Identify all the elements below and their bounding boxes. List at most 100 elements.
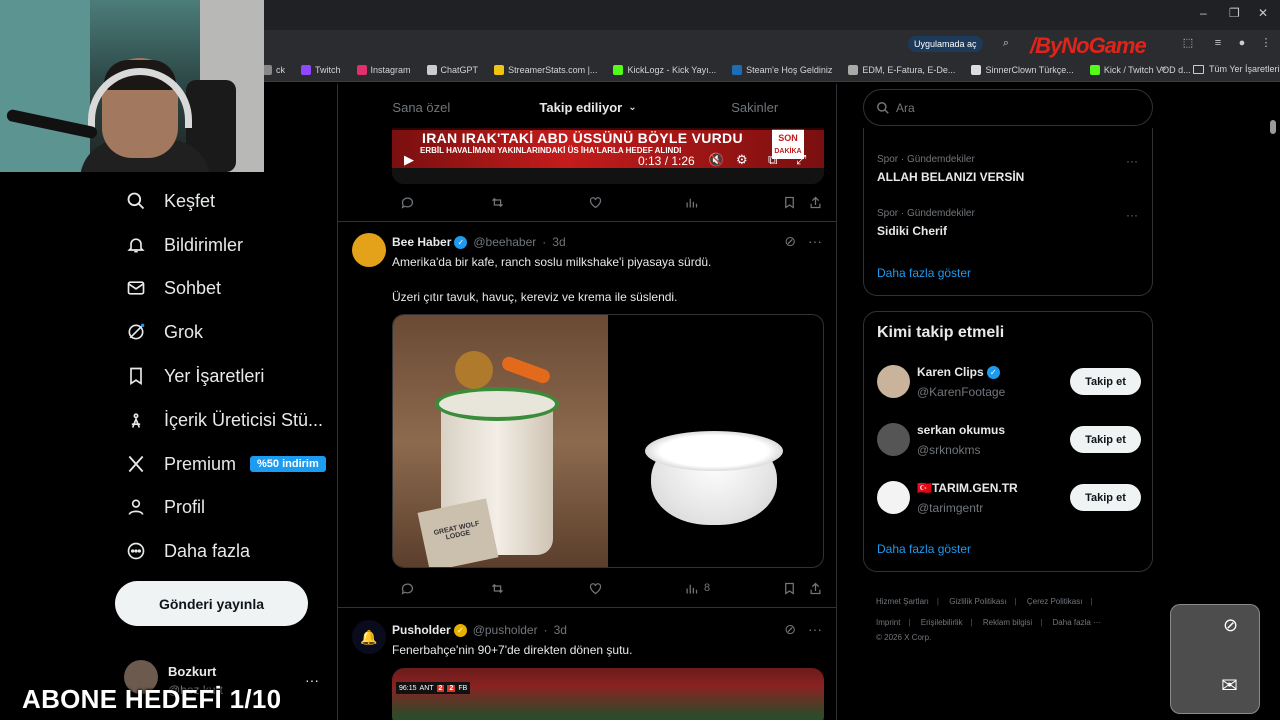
tweet-media[interactable]: GREAT WOLF LODGE [392,314,824,568]
video-player[interactable]: IRAN IRAK'TAKİ ABD ÜSSÜNÜ BÖYLE VURDU ER… [392,128,824,184]
account-name[interactable]: Bozkurt [168,664,216,679]
tweet-more-icon[interactable]: ··· [808,233,822,250]
page-scrollbar[interactable] [1270,120,1276,134]
grok-explain-icon[interactable]: ⊘ [784,621,796,638]
nav-more[interactable]: Daha fazla [124,535,250,567]
tweet-author-name[interactable]: Bee Haber [392,235,451,249]
footer-link[interactable]: Daha fazla ··· [1053,618,1101,627]
tweet-author-handle[interactable]: @beehaber [473,235,536,249]
retweet-icon[interactable] [490,195,505,210]
bookmark-item[interactable]: StreamerStats.com |... [494,64,597,75]
user-avatar[interactable] [877,423,910,456]
nav-profile[interactable]: Profil [124,491,205,523]
nav-grok[interactable]: Grok [124,316,203,348]
mute-icon[interactable]: 🔇 [708,152,724,168]
bookmark-tweet-icon[interactable] [782,195,797,210]
tab-following[interactable]: Takip ediliyor ⌄ [505,84,672,130]
retweet-icon[interactable] [490,581,505,596]
tweet-age[interactable]: 3d [552,235,565,249]
nav-explore[interactable]: Keşfet [124,185,215,217]
football-video[interactable]: 96:15 ANT 2 2 FB [392,668,824,720]
nav-bookmarks[interactable]: Yer İşaretleri [124,360,264,392]
reply-icon[interactable] [400,581,415,596]
trend-item[interactable]: ALLAH BELANIZI VERSİN [877,170,1024,184]
user-name[interactable]: Karen Clips ✓ [917,365,1000,379]
tweet-more-icon[interactable]: ··· [808,621,822,638]
bookmarks-overflow-icon[interactable]: » [1161,63,1166,73]
chevron-down-icon[interactable]: ⌄ [628,102,636,113]
footer-link[interactable]: Çerez Politikası [1027,597,1083,606]
minimize-button[interactable]: – [1200,6,1207,20]
fullscreen-icon[interactable]: ⤢ [796,152,806,168]
who-to-follow-item[interactable]: serkan okumus @srknokms Takip et [877,421,1141,461]
bookmark-item[interactable]: SinnerClown Türkçe... [971,64,1074,75]
pip-icon[interactable]: ⧉ [768,152,777,168]
who-to-follow-show-more-link[interactable]: Daha fazla göster [877,542,971,556]
browser-menu-icon[interactable]: ⋮ [1260,37,1272,49]
bookmark-item[interactable]: ck [262,64,285,75]
bookmark-item[interactable]: ChatGPT [426,64,478,75]
bookmark-item[interactable]: KickLogz - Kick Yayı... [613,64,716,75]
bookmark-tweet-icon[interactable] [782,581,797,596]
nav-creator-studio[interactable]: İçerik Üreticisi Stü... [124,404,323,436]
bookmark-item[interactable]: EDM, E-Fatura, E-De... [848,64,955,75]
footer-link[interactable]: Imprint [876,618,900,627]
post-button[interactable]: Gönderi yayınla [115,581,308,626]
premium-discount-badge[interactable]: %50 indirim [250,456,326,472]
maximize-button[interactable]: ❐ [1229,6,1240,20]
user-name[interactable]: 🇹🇷TARIM.GEN.TR [917,481,1018,495]
media-control-icon[interactable]: ≡ [1212,37,1224,49]
tab-for-you[interactable]: Sana özel [338,84,505,130]
tweet-author-name[interactable]: Pusholder [392,623,451,637]
footer-link[interactable]: Reklam bilgisi [983,618,1032,627]
share-icon[interactable] [808,581,823,596]
compose-message-icon[interactable]: ⊘ [1223,615,1238,636]
footer-link[interactable]: Erişilebilirlik [921,618,963,627]
like-icon[interactable] [588,195,603,210]
tweet-age[interactable]: 3d [554,623,567,637]
follow-button[interactable]: Takip et [1070,426,1141,453]
nav-premium[interactable]: Premium %50 indirim [124,448,326,480]
bookmark-item[interactable]: Twitch [301,64,341,75]
settings-icon[interactable]: ⚙ [736,152,748,168]
profile-icon[interactable]: ● [1236,37,1248,49]
who-to-follow-item[interactable]: 🇹🇷TARIM.GEN.TR @tarimgentr Takip et [877,479,1141,519]
nav-notifications[interactable]: Bildirimler [124,229,243,261]
user-avatar[interactable] [877,365,910,398]
trends-show-more-link[interactable]: Daha fazla göster [877,266,971,280]
tweet-avatar[interactable] [352,233,386,267]
like-icon[interactable] [588,581,603,596]
who-to-follow-item[interactable]: Karen Clips ✓ @KarenFootage Takip et [877,363,1141,403]
play-icon[interactable]: ▶ [404,152,414,168]
close-window-button[interactable]: ✕ [1258,6,1268,20]
trend-more-icon[interactable]: ··· [1126,208,1138,222]
views-icon[interactable] [684,195,699,210]
nav-messages[interactable]: Sohbet [124,272,221,304]
open-in-app-chip[interactable]: Uygulamada aç [908,36,983,52]
all-bookmarks-folder[interactable]: Tüm Yer İşaretleri [1193,64,1280,74]
bookmark-item[interactable]: Instagram [356,64,411,75]
bookmark-item[interactable]: Kick / Twitch VOD d... [1089,64,1191,75]
reply-icon[interactable] [400,195,415,210]
grok-explain-icon[interactable]: ⊘ [784,233,796,250]
tweet-author-handle[interactable]: @pusholder [473,623,538,637]
user-avatar[interactable] [877,481,910,514]
messages-drawer[interactable]: ⊘ ✉ [1170,604,1260,714]
views-icon[interactable]: 8 [684,581,710,596]
follow-button[interactable]: Takip et [1070,368,1141,395]
footer-link[interactable]: Hizmet Şartları [876,597,929,606]
trend-more-icon[interactable]: ··· [1126,154,1138,168]
follow-button[interactable]: Takip et [1070,484,1141,511]
footer-link[interactable]: Gizlilik Politikası [949,597,1006,606]
tweet-avatar[interactable]: 🔔 [352,620,386,654]
bookmark-item[interactable]: Steam'e Hoş Geldiniz [732,64,832,75]
account-more-button[interactable]: ··· [305,672,319,688]
search-input[interactable]: Ara [863,89,1153,126]
trend-item[interactable]: Sidiki Cherif [877,224,947,238]
tab-residents[interactable]: Sakinler [671,84,836,130]
user-name[interactable]: serkan okumus [917,423,1005,437]
zoom-icon[interactable]: ⌕ [1000,37,1012,49]
share-icon[interactable] [808,195,823,210]
envelope-icon[interactable]: ✉ [1221,673,1238,698]
extensions-icon[interactable]: ⬚ [1182,37,1194,49]
